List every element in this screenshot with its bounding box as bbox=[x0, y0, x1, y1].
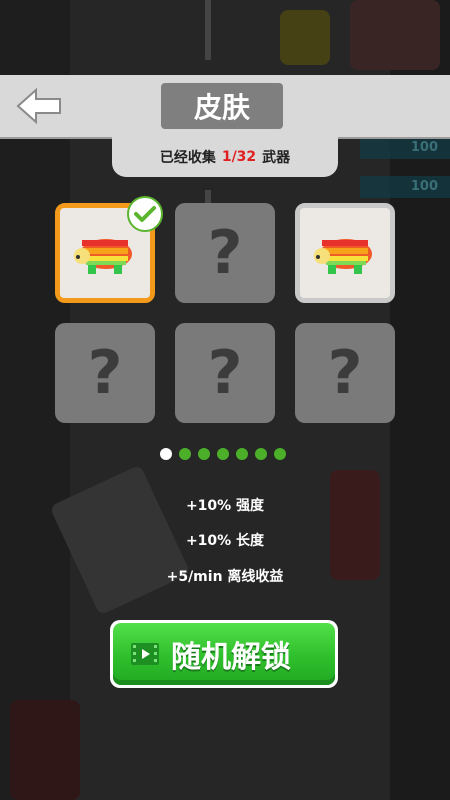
stat-length: +10% 长度 bbox=[185, 533, 265, 549]
page-title: 皮肤 bbox=[161, 83, 283, 129]
skin-tile-locked[interactable]: ? bbox=[55, 323, 155, 423]
skin-tile-locked[interactable]: ? bbox=[295, 323, 395, 423]
locked-question-icon: ? bbox=[207, 218, 243, 288]
stat-offline-income: +5/min 离线收益 bbox=[166, 569, 284, 585]
locked-question-icon: ? bbox=[207, 338, 243, 408]
selected-check-icon bbox=[127, 196, 163, 232]
page-dot-active[interactable] bbox=[160, 448, 172, 460]
collection-counter: 已经收集 1/32 武器 bbox=[112, 137, 338, 177]
page-dot[interactable] bbox=[236, 448, 248, 460]
page-dot[interactable] bbox=[198, 448, 210, 460]
page-dot[interactable] bbox=[255, 448, 267, 460]
rainbow-bear-icon bbox=[74, 239, 132, 274]
page-indicator bbox=[160, 448, 286, 460]
skin-tile-locked[interactable]: ? bbox=[175, 203, 275, 303]
locked-question-icon: ? bbox=[327, 338, 363, 408]
header-bar: 皮肤 bbox=[0, 75, 450, 139]
unlock-button-label: 随机解锁 bbox=[171, 640, 291, 675]
rainbow-bear-icon bbox=[314, 239, 372, 274]
side-stat-2: 100 bbox=[360, 176, 450, 198]
collection-count: 1/32 bbox=[221, 149, 257, 165]
back-arrow-icon bbox=[16, 87, 61, 125]
page-dot[interactable] bbox=[274, 448, 286, 460]
locked-question-icon: ? bbox=[87, 338, 123, 408]
video-film-icon bbox=[131, 643, 159, 665]
unlock-button-face: 随机解锁 bbox=[113, 623, 335, 685]
stat-strength: +10% 强度 bbox=[185, 498, 265, 514]
back-button[interactable] bbox=[14, 86, 64, 126]
skin-tile-locked[interactable]: ? bbox=[175, 323, 275, 423]
page-dot[interactable] bbox=[179, 448, 191, 460]
side-stat-1: 100 bbox=[360, 137, 450, 159]
skin-tile-inner bbox=[300, 208, 390, 298]
collection-prefix: 已经收集 bbox=[159, 150, 216, 166]
collection-suffix: 武器 bbox=[262, 150, 291, 166]
random-unlock-button[interactable]: 随机解锁 bbox=[110, 620, 338, 688]
page-dot[interactable] bbox=[217, 448, 229, 460]
skin-tile-owned[interactable] bbox=[295, 203, 395, 303]
